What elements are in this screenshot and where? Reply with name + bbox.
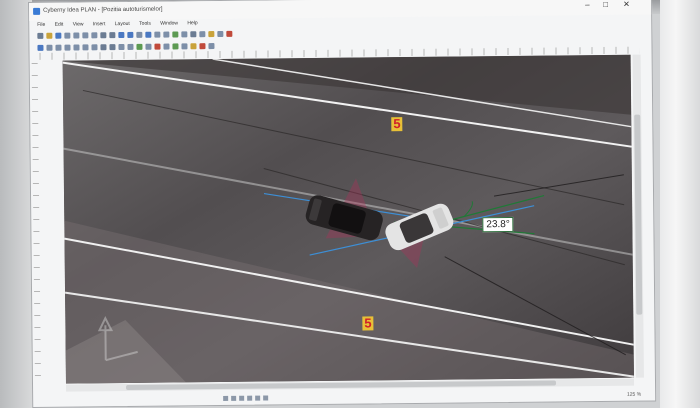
print-icon[interactable] bbox=[64, 32, 71, 39]
properties-icon[interactable] bbox=[217, 30, 224, 38]
new-file-icon[interactable] bbox=[37, 32, 44, 39]
grid-icon[interactable] bbox=[154, 31, 161, 38]
snap-toggle-icon[interactable] bbox=[223, 395, 229, 401]
tree-tool-icon[interactable] bbox=[136, 43, 143, 50]
line-tool-icon[interactable] bbox=[46, 44, 53, 51]
application-window: Cyberny Idea PLAN - [Pozitia autoturisme… bbox=[28, 0, 657, 408]
zoom-in-icon[interactable] bbox=[118, 31, 125, 39]
window-title: Cyberny Idea PLAN - [Pozitia autoturisme… bbox=[43, 6, 163, 14]
status-bar: 125 % bbox=[33, 388, 655, 407]
menu-tools[interactable]: Tools bbox=[139, 20, 151, 29]
pan-icon[interactable] bbox=[136, 31, 143, 38]
lane-label-top: 5 bbox=[391, 116, 403, 132]
image-tool-icon[interactable] bbox=[208, 43, 215, 50]
vertical-scrollbar[interactable] bbox=[632, 54, 644, 378]
open-folder-icon[interactable] bbox=[46, 32, 53, 39]
color-tool-icon[interactable] bbox=[199, 43, 206, 50]
layers-icon[interactable] bbox=[163, 31, 170, 38]
grid-toggle-icon[interactable] bbox=[231, 395, 237, 401]
minimize-button[interactable]: – bbox=[585, 0, 590, 9]
layer-toggle-icon[interactable] bbox=[247, 395, 253, 401]
monitor-bezel-left bbox=[0, 0, 32, 408]
symbol-library-icon[interactable] bbox=[208, 31, 215, 38]
road-tool-icon[interactable] bbox=[100, 44, 107, 51]
truck-tool-icon[interactable] bbox=[127, 43, 134, 50]
status-tools bbox=[223, 395, 271, 401]
ortho-toggle-icon[interactable] bbox=[239, 395, 245, 401]
lane-tool-icon[interactable] bbox=[109, 44, 116, 51]
rotate-icon[interactable] bbox=[181, 31, 188, 38]
angle-measurement-label: 23.8° bbox=[482, 216, 514, 233]
app-logo-icon bbox=[33, 7, 41, 15]
text-tool-icon[interactable] bbox=[145, 31, 152, 38]
highlight-tool-icon[interactable] bbox=[190, 43, 197, 50]
menu-edit[interactable]: Edit bbox=[55, 21, 64, 30]
rectangle-tool-icon[interactable] bbox=[55, 44, 62, 51]
menu-insert[interactable]: Insert bbox=[93, 20, 106, 29]
maximize-button[interactable]: □ bbox=[603, 0, 608, 9]
car-tool-icon[interactable] bbox=[118, 43, 125, 51]
fill-tool-icon[interactable] bbox=[181, 43, 188, 50]
menu-layout[interactable]: Layout bbox=[115, 20, 130, 29]
measure-icon[interactable] bbox=[172, 31, 179, 38]
copy-icon[interactable] bbox=[82, 32, 89, 39]
curve-tool-icon[interactable] bbox=[91, 44, 98, 51]
redo-icon[interactable] bbox=[109, 32, 116, 39]
vertical-scroll-thumb[interactable] bbox=[634, 114, 643, 315]
arc-tool-icon[interactable] bbox=[82, 44, 89, 51]
undo-icon[interactable] bbox=[100, 32, 107, 39]
sign-tool-icon[interactable] bbox=[145, 43, 152, 50]
zoom-level: 125 % bbox=[626, 391, 642, 398]
menu-file[interactable]: File bbox=[37, 21, 45, 30]
impact-marker-icon[interactable] bbox=[154, 43, 161, 50]
monitor-bezel-right bbox=[660, 0, 700, 408]
page-icon[interactable] bbox=[263, 395, 269, 401]
vertical-ruler bbox=[31, 62, 41, 383]
dimension-tool-icon[interactable] bbox=[163, 43, 170, 50]
drawing-canvas[interactable]: 5 5 23.8° bbox=[62, 54, 634, 384]
ellipse-tool-icon[interactable] bbox=[64, 44, 71, 51]
zoom-fit-icon[interactable] bbox=[255, 395, 261, 401]
scene-drawing bbox=[62, 54, 634, 384]
delete-icon[interactable] bbox=[226, 30, 233, 37]
paste-icon[interactable] bbox=[91, 32, 98, 39]
polygon-tool-icon[interactable] bbox=[73, 44, 80, 51]
lane-label-bottom: 5 bbox=[362, 315, 374, 331]
menu-view[interactable]: View bbox=[73, 20, 84, 29]
save-icon[interactable] bbox=[55, 32, 62, 39]
menu-window[interactable]: Window bbox=[160, 19, 178, 28]
close-button[interactable]: ✕ bbox=[623, 0, 630, 9]
cut-icon[interactable] bbox=[73, 32, 80, 39]
select-arrow-icon[interactable] bbox=[37, 44, 44, 51]
menu-help[interactable]: Help bbox=[187, 19, 197, 28]
zoom-out-icon[interactable] bbox=[127, 31, 134, 38]
align-icon[interactable] bbox=[190, 31, 197, 38]
angle-tool-icon[interactable] bbox=[172, 43, 179, 50]
group-icon[interactable] bbox=[199, 31, 206, 38]
